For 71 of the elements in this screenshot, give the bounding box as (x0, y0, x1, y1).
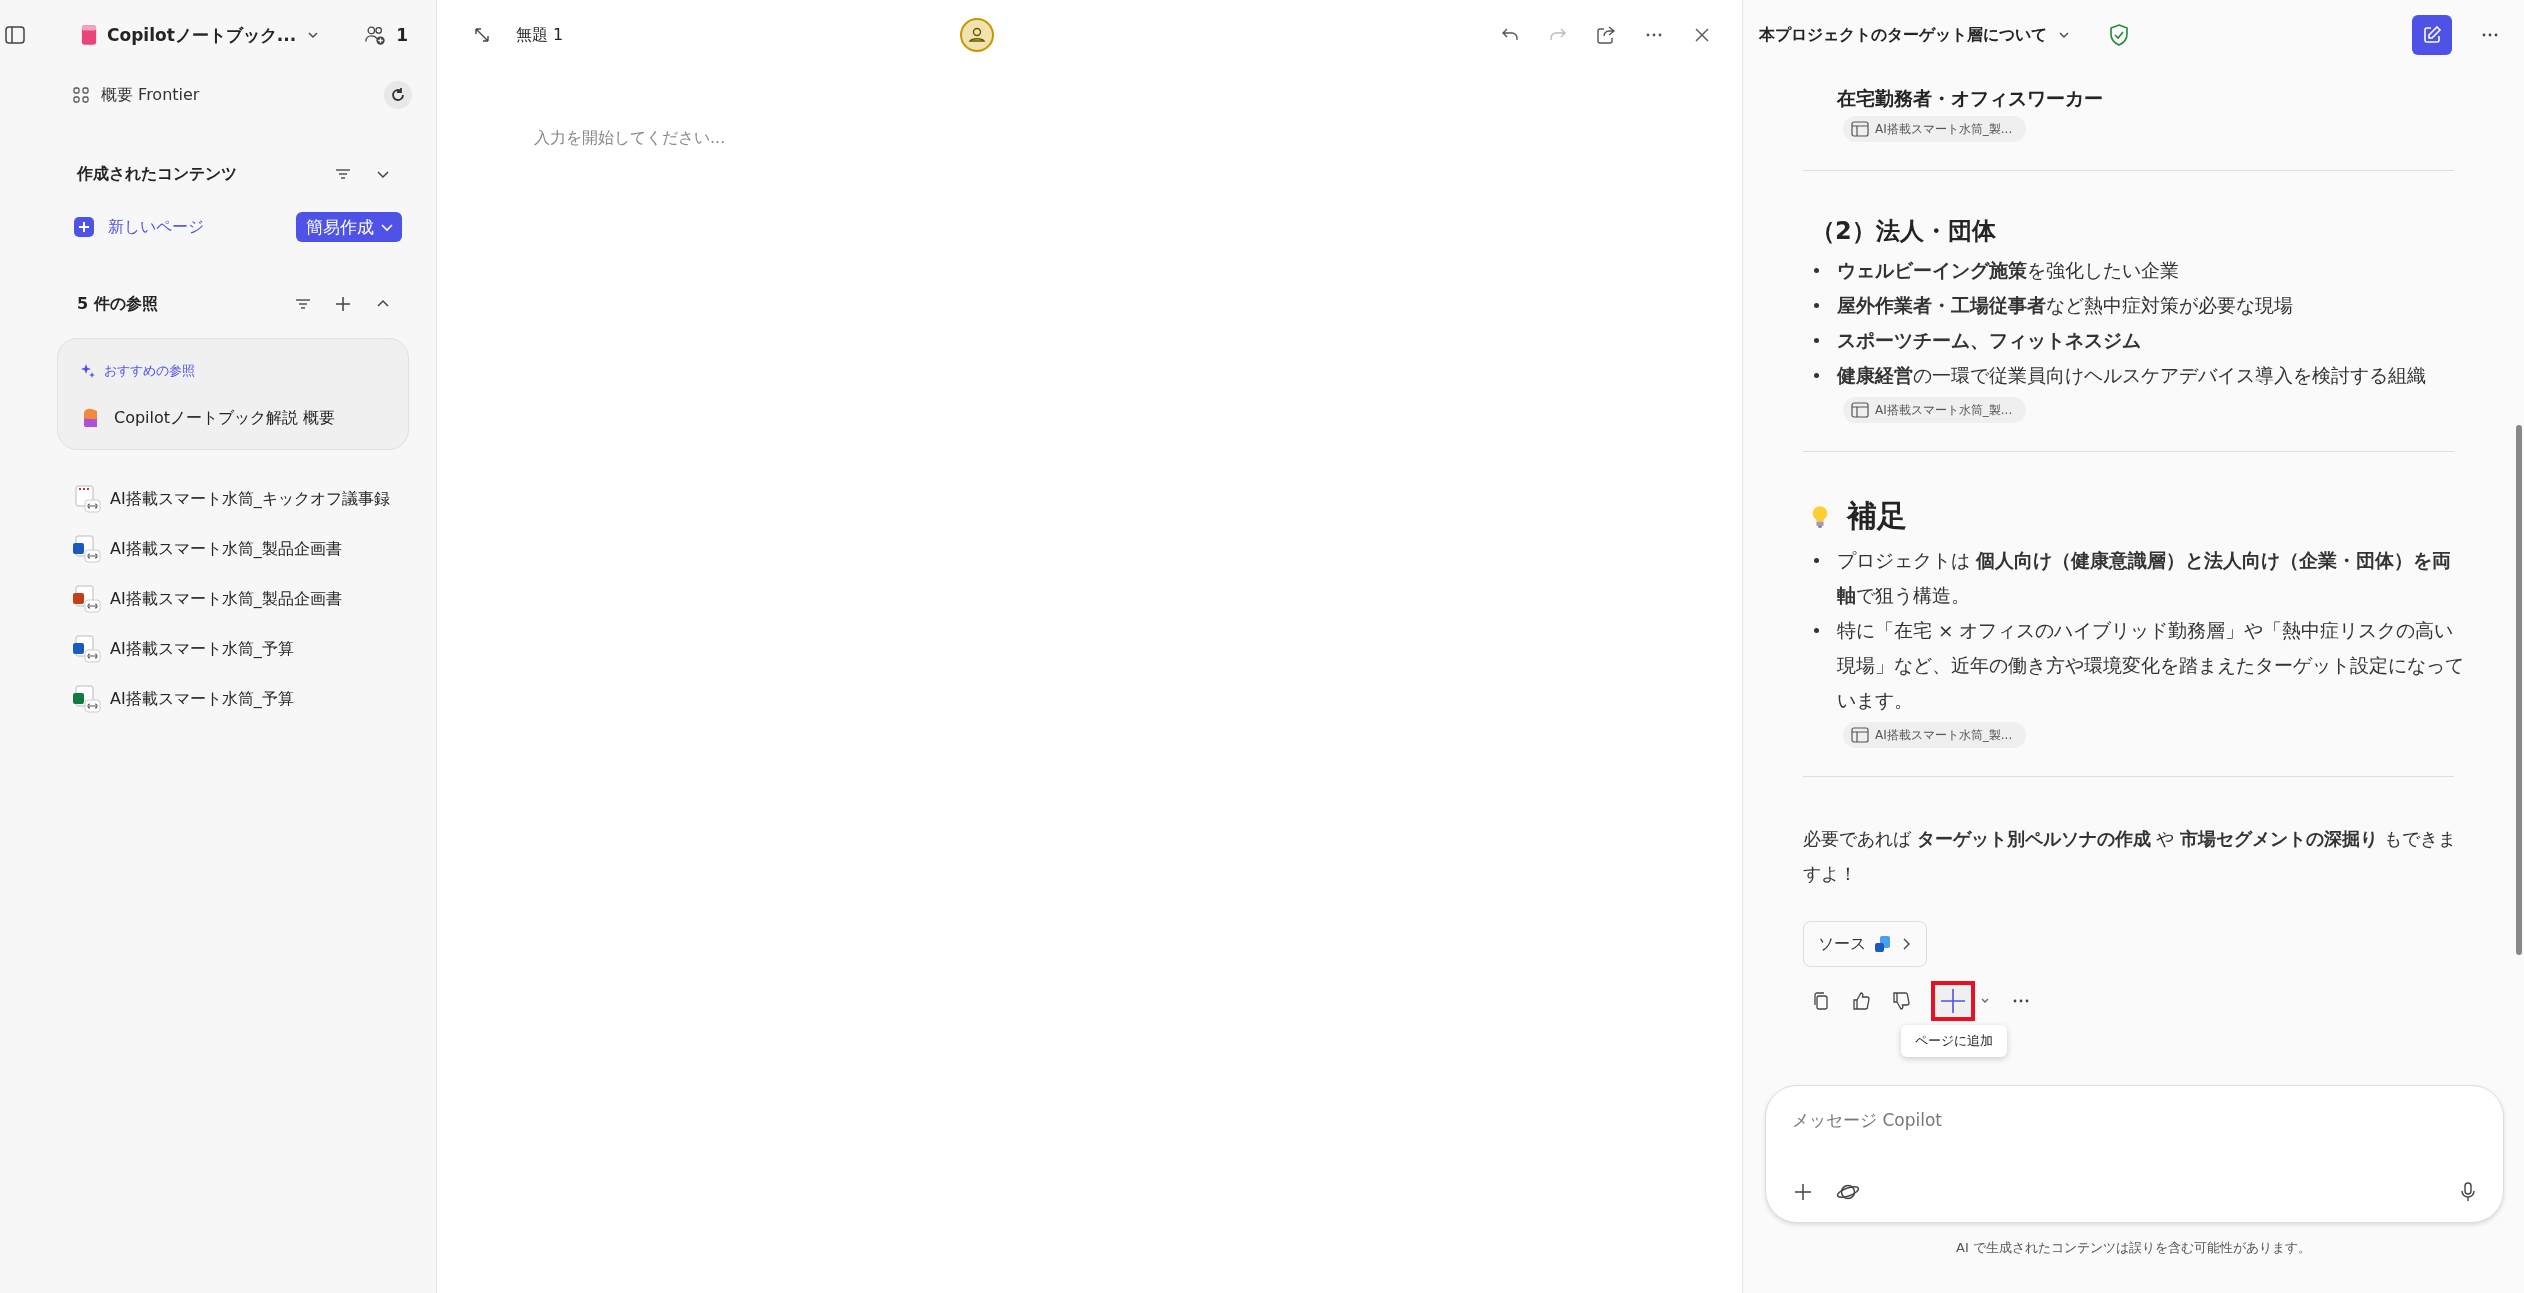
copy-icon[interactable] (1811, 991, 1831, 1011)
bullet-dot (1814, 373, 1819, 378)
recommended-label: おすすめの参照 (104, 362, 195, 380)
list-item-text: スポーツチーム、フィットネスジム (1837, 329, 2141, 353)
refresh-icon (390, 87, 406, 103)
page-title: 無題 1 (516, 24, 564, 46)
thumbs-down-icon[interactable] (1891, 991, 1911, 1011)
list-item-text: 健康経営の一環で従業員向けヘルスケアデバイス導入を検討する組織 (1837, 364, 2426, 388)
reference-file[interactable]: AI搭載スマート水筒_キックオフ議事録 (110, 488, 390, 510)
bullet-dot (1814, 338, 1819, 343)
plus-icon[interactable] (334, 295, 352, 313)
table-icon (1851, 121, 1869, 137)
file-link-icon (72, 584, 102, 614)
thumbs-up-icon[interactable] (1851, 991, 1871, 1011)
refresh-button[interactable] (384, 81, 412, 109)
lightbulb-icon (1811, 503, 1829, 530)
quick-create-button[interactable]: 簡易作成 (296, 212, 402, 242)
message-field[interactable]: メッセージ Copilot (1792, 1100, 2479, 1140)
table-icon (1851, 727, 1869, 743)
list-item-text: ウェルビーイング施策を強化したい企業 (1837, 259, 2179, 283)
file-link-icon (72, 534, 102, 564)
document-icon (1874, 935, 1892, 953)
file-link-icon (72, 684, 102, 714)
shield-check-icon (2109, 24, 2129, 46)
list-item-text: 屋外作業者・工場従事者など熱中症対策が必要な現場 (1837, 294, 2293, 318)
citation-chip[interactable]: AI搭載スマート水筒_製... (1843, 722, 2027, 748)
file-link-icon (72, 484, 102, 514)
list-item-text: 特に「在宅 × オフィスのハイブリッド勤務層」や「熱中症リスクの高い現場」など、近年の働き方や環境変化を踏まえたターゲット設定になっています。 (1837, 619, 2465, 713)
table-icon (1851, 402, 1869, 418)
panel-toggle-icon[interactable] (4, 24, 26, 46)
reference-file[interactable]: AI搭載スマート水筒_予算 (110, 638, 294, 660)
bullet-dot (1814, 303, 1819, 308)
avatar-icon[interactable] (958, 17, 995, 53)
list-item-text: 在宅勤務者・オフィスワーカー (1837, 87, 2103, 109)
grid-icon (73, 87, 89, 103)
notebook-title[interactable]: Copilotノートブック... (107, 23, 297, 47)
reference-file[interactable]: AI搭載スマート水筒_製品企画書 (110, 538, 342, 560)
message-composer[interactable]: メッセージ Copilot (1765, 1085, 2504, 1223)
sources-button[interactable]: ソース (1803, 921, 1927, 967)
new-page-link[interactable]: 新しいページ (108, 216, 204, 238)
section-title: 5 件の参照 (77, 293, 158, 315)
citation-chip[interactable]: AI搭載スマート水筒_製... (1843, 116, 2027, 142)
notebook-icon (81, 24, 97, 46)
section-heading: （2）法人・団体 (1811, 216, 1996, 247)
share-people-icon[interactable] (364, 24, 387, 46)
shared-count: 1 (396, 25, 408, 45)
file-link-icon (72, 634, 102, 664)
add-to-page-button[interactable] (1931, 981, 1975, 1021)
tooltip: ページに追加 (1901, 1025, 2007, 1057)
list-item-text: プロジェクトは 個人向け（健康意識層）と法人向け（企業・団体）を両軸で狙う構造。 (1837, 549, 2452, 608)
reference-file[interactable]: AI搭載スマート水筒_製品企画書 (110, 588, 342, 610)
editor-placeholder[interactable]: 入力を開始してください... (534, 128, 726, 147)
sparkle-icon (80, 363, 96, 379)
bullet-dot (1814, 268, 1819, 273)
new-chat-button[interactable] (2412, 15, 2452, 55)
compose-icon (2422, 25, 2442, 45)
plus-icon[interactable] (1792, 1181, 1814, 1203)
section-title: 作成されたコンテンツ (77, 163, 237, 185)
citation-chip[interactable]: AI搭載スマート水筒_製... (1843, 397, 2027, 423)
collapse-icon[interactable] (473, 26, 491, 44)
recommended-item[interactable]: Copilotノートブック解説 概要 (114, 407, 336, 429)
bullet-dot (1814, 558, 1819, 563)
response-text: 必要であれば ターゲット別ペルソナの作成 や 市場セグメントの深掘り もできますよ！ (1803, 827, 2457, 886)
section-heading: 補足 (1847, 497, 1907, 535)
disclaimer-text: AI で生成されたコンテンツは誤りを含む可能性があります。 (1956, 1239, 2311, 1257)
conversation-title[interactable]: 本プロジェクトのターゲット層について (1759, 24, 2047, 46)
plus-square-icon[interactable] (74, 217, 94, 237)
bullet-dot (1814, 628, 1819, 633)
share-icon[interactable] (1596, 25, 1616, 45)
overview-link[interactable]: 概要 Frontier (101, 84, 200, 106)
reference-file[interactable]: AI搭載スマート水筒_予算 (110, 688, 294, 710)
